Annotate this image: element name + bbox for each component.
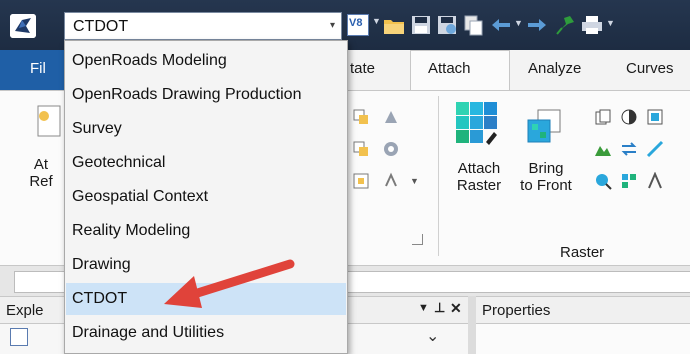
dropdown-item-openroads-modeling[interactable]: OpenRoads Modeling: [66, 45, 346, 77]
close-panel-icon[interactable]: ✕: [450, 300, 462, 317]
attach-reference-line1: At: [33, 156, 49, 173]
undo-icon[interactable]: [490, 16, 512, 39]
app-logo-icon[interactable]: [10, 14, 36, 38]
explorer-panel-title: Exple: [6, 302, 44, 319]
undo-menu-arrow-icon[interactable]: ▼: [514, 18, 523, 28]
expand-chevron-icon[interactable]: ⌄: [426, 326, 439, 346]
attach-raster-line1: Attach: [457, 160, 501, 177]
raster-grid-icon[interactable]: [620, 172, 638, 190]
raster-swap-icon[interactable]: [620, 140, 638, 158]
raster-warp-icon[interactable]: [646, 171, 664, 190]
attach-reference-icon[interactable]: [34, 104, 64, 145]
attach-raster-line2: Raster: [456, 177, 502, 194]
reference-rotate-icon[interactable]: [382, 172, 400, 190]
reference-scale-icon[interactable]: [352, 172, 370, 190]
save-icon[interactable]: [410, 14, 432, 41]
tab-file[interactable]: Fil: [30, 60, 46, 77]
reference-clip-icon[interactable]: [382, 108, 400, 126]
raster-copy-icon[interactable]: [594, 108, 612, 126]
properties-panel-title: Properties: [482, 302, 551, 319]
properties-panel-body: [476, 324, 698, 354]
v8-menu-arrow-icon[interactable]: ▼: [372, 16, 381, 26]
pin-panel-icon[interactable]: ⊥: [434, 300, 445, 316]
more-tools-arrow-icon[interactable]: ▼: [410, 176, 419, 186]
dropdown-item-survey[interactable]: Survey: [66, 113, 346, 145]
chevron-down-icon[interactable]: ▾: [330, 20, 335, 31]
print-icon[interactable]: [580, 14, 604, 41]
raster-terrain-icon[interactable]: [594, 140, 612, 158]
dropdown-item-geospatial-context[interactable]: Geospatial Context: [66, 181, 346, 213]
dropdown-item-geotechnical[interactable]: Geotechnical: [66, 147, 346, 179]
group-separator: [438, 96, 439, 256]
tab-annotate[interactable]: tate: [350, 60, 375, 77]
pin-icon[interactable]: [554, 14, 576, 41]
open-folder-icon[interactable]: [382, 14, 406, 41]
reference-tool-icon[interactable]: [352, 108, 370, 126]
dropdown-item-reality-modeling[interactable]: Reality Modeling: [66, 215, 346, 247]
reference-move-icon[interactable]: [352, 140, 370, 158]
copy-icon[interactable]: [462, 14, 484, 41]
dialog-launcher-icon[interactable]: [412, 234, 423, 245]
bring-to-front-icon[interactable]: [526, 108, 562, 149]
v8-badge-label: V8: [349, 17, 363, 29]
raster-search-icon[interactable]: [594, 172, 612, 190]
v8-file-icon: [10, 328, 28, 346]
raster-group-label: Raster: [560, 244, 605, 261]
v8-badge-icon[interactable]: V8: [347, 14, 369, 36]
workspace-combo[interactable]: CTDOT ▾: [64, 12, 342, 40]
bring-to-front-button[interactable]: Bring to Front: [514, 160, 578, 194]
redo-icon[interactable]: [526, 16, 548, 39]
panel-menu-icon[interactable]: ▼: [418, 302, 429, 314]
save-settings-icon[interactable]: [436, 14, 458, 41]
raster-dimension-icon[interactable]: [646, 140, 664, 158]
attach-raster-icon[interactable]: [456, 102, 500, 151]
dropdown-item-drainage-and-utilities[interactable]: Drainage and Utilities: [66, 317, 346, 349]
annotation-arrow-icon: [164, 259, 295, 308]
tab-analyze[interactable]: Analyze: [528, 60, 581, 77]
print-menu-arrow-icon[interactable]: ▼: [606, 18, 615, 28]
raster-transparency-icon[interactable]: [620, 108, 638, 126]
attach-reference-line2: Ref: [29, 173, 53, 190]
dropdown-item-openroads-drawing-production[interactable]: OpenRoads Drawing Production: [66, 79, 346, 111]
workspace-combo-value: CTDOT: [73, 18, 129, 35]
reference-mask-icon[interactable]: [382, 140, 400, 158]
window-edge: [690, 0, 698, 354]
tab-attach[interactable]: Attach: [428, 60, 471, 77]
bring-to-front-line1: Bring: [528, 160, 564, 177]
panel-splitter[interactable]: [468, 296, 476, 354]
raster-frame-icon[interactable]: [646, 108, 664, 126]
attach-reference-label[interactable]: At Ref: [16, 156, 66, 190]
tab-curves[interactable]: Curves: [626, 60, 674, 77]
attach-raster-button[interactable]: Attach Raster: [448, 160, 510, 194]
bring-to-front-line2: to Front: [520, 177, 572, 194]
